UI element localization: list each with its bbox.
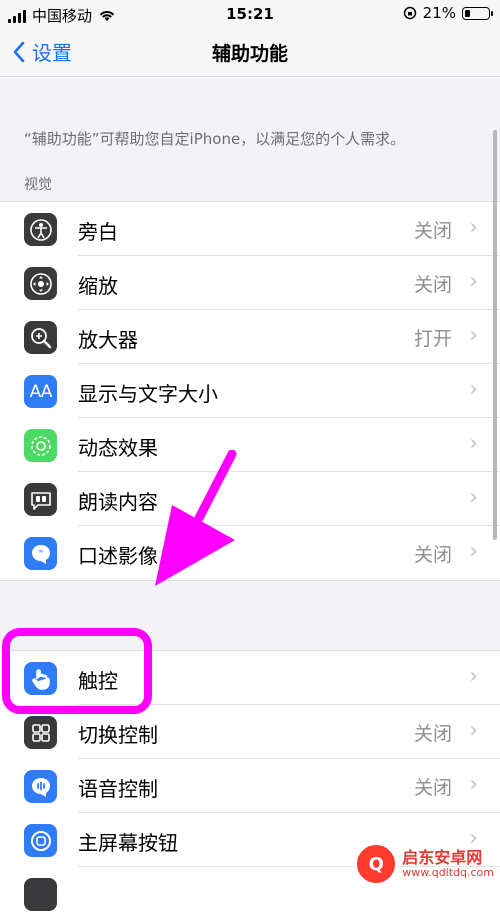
scroll-indicator[interactable] [493, 130, 497, 540]
watermark-name: 启东安卓网 [402, 847, 483, 867]
motion-icon [24, 429, 57, 462]
spoken-content-icon [24, 483, 57, 516]
row-label: 主屏幕按钮 [78, 831, 178, 855]
watermark-logo-icon: Q [355, 843, 398, 885]
watermark-url: www.qdltdq.com [402, 865, 494, 879]
chevron-right-icon: › [469, 215, 478, 240]
battery-icon [462, 6, 493, 20]
chevron-right-icon: › [469, 431, 478, 456]
annotation-arrow-icon [155, 450, 237, 586]
row-voiceover[interactable]: 旁白 关闭 › [0, 202, 500, 256]
intro-text: “辅助功能”可帮助您自定iPhone，以满足您的个人需求。 [24, 130, 406, 148]
navigation-bar: 设置 辅助功能 [0, 28, 500, 77]
row-label: 朗读内容 [78, 490, 158, 514]
row-value: 关闭 [413, 220, 452, 242]
svg-text:": " [38, 549, 43, 559]
row-spoken-content[interactable]: 朗读内容 › [0, 472, 500, 526]
row-audio-descriptions[interactable]: " 口述影像 关闭 › [0, 526, 500, 580]
row-magnifier[interactable]: 放大器 打开 › [0, 310, 500, 364]
row-label: 缩放 [78, 274, 118, 298]
row-label: 旁白 [78, 220, 118, 244]
row-zoom[interactable]: 缩放 关闭 › [0, 256, 500, 310]
watermark: Q 启东安卓网 www.qdltdq.com [355, 843, 494, 885]
text-size-icon: AA [24, 375, 57, 408]
chevron-right-icon: › [469, 323, 478, 348]
row-value: 关闭 [413, 544, 452, 566]
row-value: 关闭 [413, 777, 452, 799]
chevron-right-icon: › [469, 539, 478, 564]
audio-description-icon: " [24, 537, 57, 570]
row-display-text-size[interactable]: AA 显示与文字大小 › [0, 364, 500, 418]
row-label: 显示与文字大小 [78, 382, 218, 406]
annotation-highlight-box [2, 628, 152, 714]
row-motion[interactable]: 动态效果 › [0, 418, 500, 472]
chevron-right-icon: › [469, 718, 478, 743]
vision-group: 旁白 关闭 › 缩放 关闭 › 放大器 打开 › AA 显示与文字大小 › 动态 [0, 201, 500, 581]
home-button-icon [24, 824, 57, 857]
section-header-vision: 视觉 [24, 177, 52, 193]
zoom-icon [24, 267, 57, 300]
chevron-right-icon: › [469, 269, 478, 294]
chevron-right-icon: › [469, 772, 478, 797]
row-label: 语音控制 [78, 777, 158, 801]
voice-control-icon [24, 770, 57, 803]
row-label: 切换控制 [78, 723, 158, 747]
battery-percent: 21% [422, 4, 456, 22]
page-title: 辅助功能 [211, 43, 288, 65]
magnifier-icon [24, 321, 57, 354]
row-value: 关闭 [413, 274, 452, 296]
row-label: 放大器 [78, 328, 138, 352]
chevron-right-icon: › [469, 377, 478, 402]
status-bar: 中国移动 15:21 21% [0, 0, 500, 28]
row-value: 关闭 [413, 723, 452, 745]
row-value: 打开 [413, 328, 452, 350]
status-right: 21% [403, 4, 493, 22]
chevron-right-icon: › [469, 485, 478, 510]
voiceover-icon [24, 213, 57, 246]
row-voice-control[interactable]: 语音控制 关闭 › [0, 759, 500, 813]
row-label: 口述影像 [78, 544, 158, 568]
apple-tv-remote-icon [24, 878, 57, 911]
row-label: 动态效果 [78, 436, 158, 460]
rotation-lock-icon [403, 6, 416, 20]
chevron-right-icon: › [469, 664, 478, 689]
switch-control-icon [24, 716, 57, 749]
